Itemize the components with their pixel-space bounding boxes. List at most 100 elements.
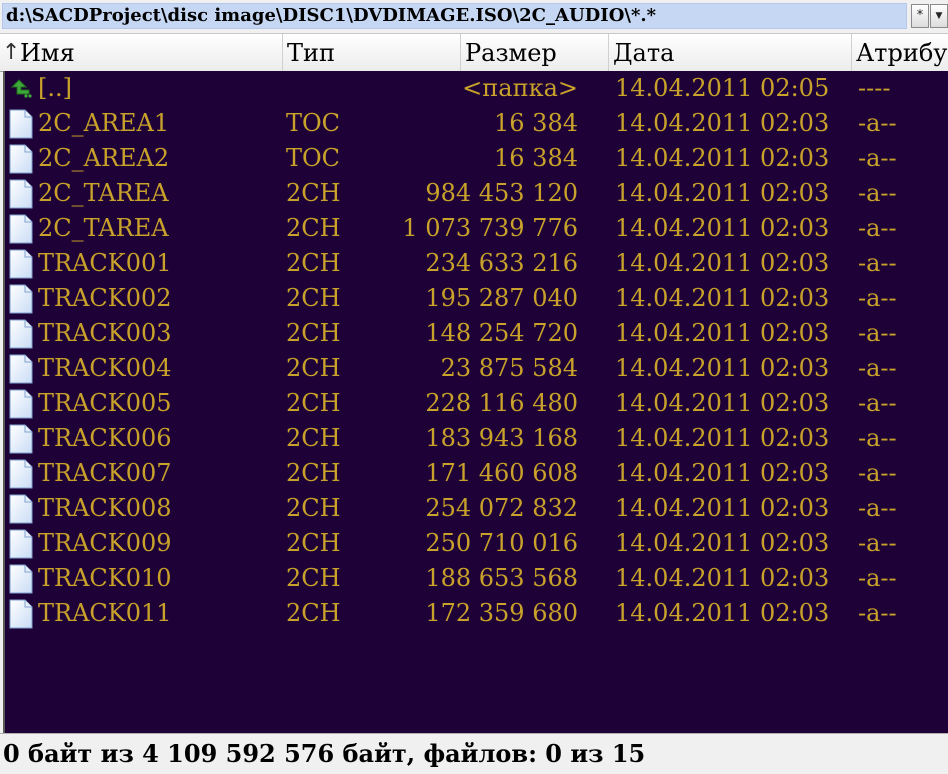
file-attributes: -a-- (858, 144, 897, 172)
sort-ascending-icon: ↑ (2, 40, 21, 65)
file-row[interactable]: TRACK008 2CH 254 072 832 14.04.2011 02:03 -a… (5, 491, 948, 526)
file-attributes: -a-- (858, 424, 897, 452)
history-dropdown-button[interactable]: ▼ (930, 4, 948, 28)
column-header-type-label: Тип (287, 39, 335, 67)
file-date: 14.04.2011 02:03 (615, 564, 830, 592)
file-name: TRACK001 (38, 249, 172, 277)
file-size: 195 287 040 (425, 284, 578, 312)
folder-up-arrow-icon (10, 79, 32, 98)
file-row[interactable]: TRACK004 2CH 23 875 584 14.04.2011 02:03 -a-… (5, 351, 948, 386)
selection-summary: 0 байт из 4 109 592 576 байт, файлов: 0 … (3, 739, 646, 768)
file-type: 2CH (286, 529, 341, 557)
file-attributes: -a-- (858, 599, 897, 627)
file-row[interactable]: TRACK011 2CH 172 359 680 14.04.2011 02:03 -a… (5, 596, 948, 631)
current-path[interactable]: d:\SACDProject\disc image\DISC1\DVDIMAGE… (2, 3, 907, 29)
file-date: 14.04.2011 02:03 (615, 214, 830, 242)
file-name: TRACK006 (38, 424, 172, 452)
file-row[interactable]: 2C_AREA1 TOC 16 384 14.04.2011 02:03 -a-- (5, 106, 948, 141)
file-type: 2CH (286, 389, 341, 417)
document-file-icon (9, 599, 33, 629)
column-header-date-label: Дата (613, 39, 675, 67)
column-header-type[interactable]: Тип (283, 34, 461, 71)
file-size: 984 453 120 (425, 179, 578, 207)
file-row[interactable]: 2C_TAREA 2CH 984 453 120 14.04.2011 02:03 -a… (5, 176, 948, 211)
file-date: 14.04.2011 02:03 (615, 109, 830, 137)
file-date: 14.04.2011 02:03 (615, 424, 830, 452)
column-header-attributes[interactable]: Атрибуты (852, 34, 948, 71)
file-row[interactable]: TRACK006 2CH 183 943 168 14.04.2011 02:03 -a… (5, 421, 948, 456)
file-row[interactable]: TRACK007 2CH 171 460 608 14.04.2011 02:03 -a… (5, 456, 948, 491)
status-bar: 0 байт из 4 109 592 576 байт, файлов: 0 … (0, 733, 948, 774)
file-row[interactable]: 2C_AREA2 TOC 16 384 14.04.2011 02:03 -a-- (5, 141, 948, 176)
document-file-icon (9, 109, 33, 139)
file-attributes: -a-- (858, 494, 897, 522)
file-size: 16 384 (494, 109, 578, 137)
file-name: TRACK007 (38, 459, 172, 487)
file-size: 1 073 739 776 (402, 214, 578, 242)
file-attributes: -a-- (858, 319, 897, 347)
file-name: TRACK002 (38, 284, 172, 312)
file-attributes: -a-- (858, 214, 897, 242)
document-file-icon (9, 144, 33, 174)
file-type: 2CH (286, 564, 341, 592)
file-row[interactable]: TRACK005 2CH 228 116 480 14.04.2011 02:03 -a… (5, 386, 948, 421)
document-file-icon (9, 319, 33, 349)
file-name: TRACK010 (38, 564, 172, 592)
parent-directory-row[interactable]: [..] <папка> 14.04.2011 02:05 ---- (5, 71, 948, 106)
file-size: 234 633 216 (425, 249, 578, 277)
file-list-panel[interactable]: [..] <папка> 14.04.2011 02:05 ---- 2C_AR… (3, 71, 948, 733)
file-name: TRACK005 (38, 389, 172, 417)
column-header-name[interactable]: ↑Имя (0, 34, 283, 71)
file-size: 171 460 608 (425, 459, 578, 487)
filter-star-button[interactable]: * (911, 4, 929, 28)
file-size: 254 072 832 (425, 494, 578, 522)
file-type: 2CH (286, 494, 341, 522)
file-date: 14.04.2011 02:03 (615, 389, 830, 417)
file-row[interactable]: TRACK002 2CH 195 287 040 14.04.2011 02:03 -a… (5, 281, 948, 316)
file-row[interactable]: 2C_TAREA 2CH 1 073 739 776 14.04.2011 02:03… (5, 211, 948, 246)
file-row[interactable]: TRACK003 2CH 148 254 720 14.04.2011 02:03 -a… (5, 316, 948, 351)
file-date: 14.04.2011 02:03 (615, 354, 830, 382)
file-name: TRACK009 (38, 529, 172, 557)
file-name: 2C_TAREA (38, 179, 169, 207)
column-header-attributes-label: Атрибуты (856, 39, 948, 67)
file-attributes: -a-- (858, 354, 897, 382)
document-file-icon (9, 284, 33, 314)
file-type: 2CH (286, 214, 341, 242)
document-file-icon (9, 424, 33, 454)
file-row[interactable]: TRACK001 2CH 234 633 216 14.04.2011 02:03 -a… (5, 246, 948, 281)
file-date: 14.04.2011 02:03 (615, 529, 830, 557)
document-file-icon (9, 564, 33, 594)
file-name: 2C_AREA2 (38, 144, 170, 172)
file-name: TRACK008 (38, 494, 172, 522)
document-file-icon (9, 459, 33, 489)
column-header-date[interactable]: Дата (609, 34, 852, 71)
file-date: 14.04.2011 02:03 (615, 179, 830, 207)
file-name: TRACK003 (38, 319, 172, 347)
document-file-icon (9, 389, 33, 419)
file-type: 2CH (286, 249, 341, 277)
file-type: 2CH (286, 354, 341, 382)
parent-directory-attributes: ---- (858, 74, 891, 102)
file-size: 172 359 680 (425, 599, 578, 627)
file-type: TOC (286, 144, 341, 172)
file-size: 183 943 168 (425, 424, 578, 452)
file-type: 2CH (286, 599, 341, 627)
file-size: 16 384 (494, 144, 578, 172)
document-file-icon (9, 249, 33, 279)
file-row[interactable]: TRACK009 2CH 250 710 016 14.04.2011 02:03 -a… (5, 526, 948, 561)
document-file-icon (9, 354, 33, 384)
document-file-icon (9, 529, 33, 559)
file-size: 23 875 584 (440, 354, 578, 382)
parent-directory-label: [..] (38, 74, 72, 102)
column-header-size[interactable]: Размер (461, 34, 609, 71)
document-file-icon (9, 494, 33, 524)
file-attributes: -a-- (858, 564, 897, 592)
file-type: 2CH (286, 179, 341, 207)
file-date: 14.04.2011 02:03 (615, 249, 830, 277)
file-name: 2C_AREA1 (38, 109, 170, 137)
file-type: 2CH (286, 424, 341, 452)
file-row[interactable]: TRACK010 2CH 188 653 568 14.04.2011 02:03 -a… (5, 561, 948, 596)
column-header-size-label: Размер (465, 39, 557, 67)
column-header: ↑Имя Тип Размер Дата Атрибуты (0, 33, 948, 72)
